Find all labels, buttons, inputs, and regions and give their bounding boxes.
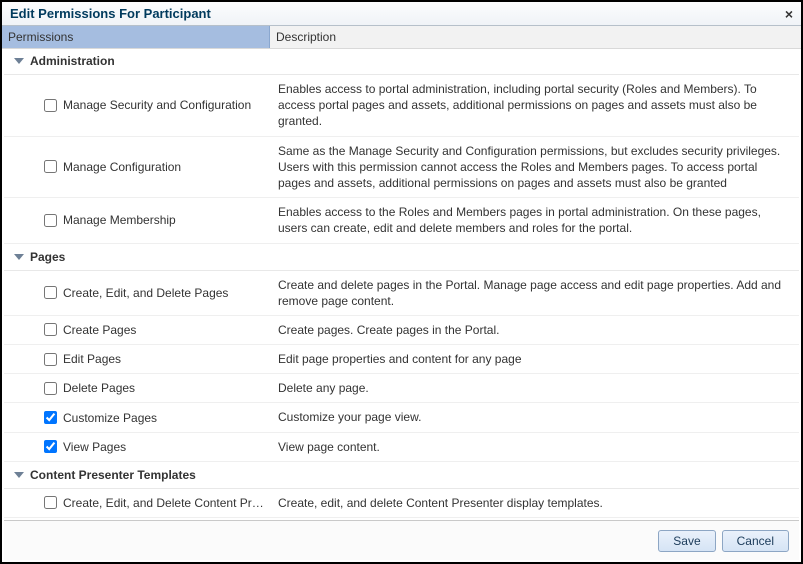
permission-label: Edit Pages: [63, 352, 121, 366]
permission-row: Create, Edit, and Delete Pages Create and…: [4, 271, 799, 316]
group-header[interactable]: Pages: [4, 244, 799, 271]
permission-cell: Delete Pages: [4, 374, 272, 402]
permission-row: Create Pages Create pages. Create pages i…: [4, 316, 799, 345]
permission-description: Edit page properties and content for any…: [272, 345, 799, 373]
permission-label: Manage Security and Configuration: [63, 98, 251, 112]
dialog-title: Edit Permissions For Participant: [10, 6, 211, 21]
permission-cell: Manage Security and Configuration: [4, 75, 272, 136]
permission-row: Create, Edit, and Delete Content Present…: [4, 489, 799, 518]
permission-description: Create and delete pages in the Portal. M…: [272, 271, 799, 315]
edit-permissions-dialog: Edit Permissions For Participant × Permi…: [0, 0, 803, 564]
permission-description: Create pages. Create pages in the Portal…: [272, 316, 799, 344]
permission-row: Edit Pages Edit page properties and conte…: [4, 345, 799, 374]
permission-label: Delete Pages: [63, 381, 135, 395]
permission-label: View Pages: [63, 440, 126, 454]
permission-description: Customize your page view.: [272, 403, 799, 431]
collapse-icon[interactable]: [14, 58, 24, 64]
permission-cell: Create, Edit, and Delete Pages: [4, 271, 272, 315]
permission-label: Manage Configuration: [63, 160, 181, 174]
permission-checkbox[interactable]: [44, 99, 57, 112]
permission-checkbox[interactable]: [44, 382, 57, 395]
permission-checkbox[interactable]: [44, 440, 57, 453]
permission-description: Enables access to portal administration,…: [272, 75, 799, 136]
permission-cell: Manage Membership: [4, 198, 272, 242]
collapse-icon[interactable]: [14, 254, 24, 260]
cancel-button[interactable]: Cancel: [722, 530, 789, 552]
permission-checkbox[interactable]: [44, 323, 57, 336]
permission-checkbox[interactable]: [44, 353, 57, 366]
column-headers: Permissions Description: [2, 26, 801, 49]
permission-cell: Create, Edit, and Delete Content Present…: [4, 489, 272, 517]
column-header-description[interactable]: Description: [270, 26, 801, 48]
group-label: Content Presenter Templates: [30, 468, 196, 482]
permission-checkbox[interactable]: [44, 286, 57, 299]
collapse-icon[interactable]: [14, 472, 24, 478]
close-icon[interactable]: ×: [785, 7, 793, 21]
permission-row: Manage Security and Configuration Enables…: [4, 75, 799, 137]
permission-label: Create Pages: [63, 323, 136, 337]
permission-label: Create, Edit, and Delete Pages: [63, 286, 228, 300]
permission-row: Delete Pages Delete any page.: [4, 374, 799, 403]
permission-checkbox[interactable]: [44, 411, 57, 424]
group-header[interactable]: Administration: [4, 48, 799, 75]
permission-label: Manage Membership: [63, 213, 176, 227]
permission-cell: Customize Pages: [4, 403, 272, 431]
permission-description: View page content.: [272, 433, 799, 461]
group-label: Administration: [30, 54, 115, 68]
save-button[interactable]: Save: [658, 530, 715, 552]
permission-cell: View Pages: [4, 433, 272, 461]
permission-description: Create, edit, and delete Content Present…: [272, 489, 799, 517]
permission-label: Customize Pages: [63, 411, 157, 425]
permission-cell: Create Pages: [4, 316, 272, 344]
permission-checkbox[interactable]: [44, 496, 57, 509]
permission-row: View Pages View page content.: [4, 433, 799, 462]
group-header[interactable]: Content Presenter Templates: [4, 462, 799, 489]
permission-cell: Manage Configuration: [4, 137, 272, 198]
permission-row: Manage Membership Enables access to the R…: [4, 198, 799, 243]
permission-description: Delete any page.: [272, 374, 799, 402]
permission-cell: Edit Pages: [4, 345, 272, 373]
permissions-scroll-area[interactable]: Administration Manage Security and Config…: [4, 48, 799, 518]
permission-checkbox[interactable]: [44, 160, 57, 173]
permission-checkbox[interactable]: [44, 214, 57, 227]
permission-row: Manage Configuration Same as the Manage S…: [4, 137, 799, 199]
permission-row: Customize Pages Customize your page view.: [4, 403, 799, 432]
dialog-footer: Save Cancel: [4, 520, 799, 560]
dialog-title-bar: Edit Permissions For Participant ×: [2, 2, 801, 26]
permission-description: Enables access to the Roles and Members …: [272, 198, 799, 242]
group-label: Pages: [30, 250, 65, 264]
permission-description: Same as the Manage Security and Configur…: [272, 137, 799, 198]
permission-label: Create, Edit, and Delete Content Present…: [63, 496, 266, 510]
column-header-permissions[interactable]: Permissions: [2, 26, 270, 48]
